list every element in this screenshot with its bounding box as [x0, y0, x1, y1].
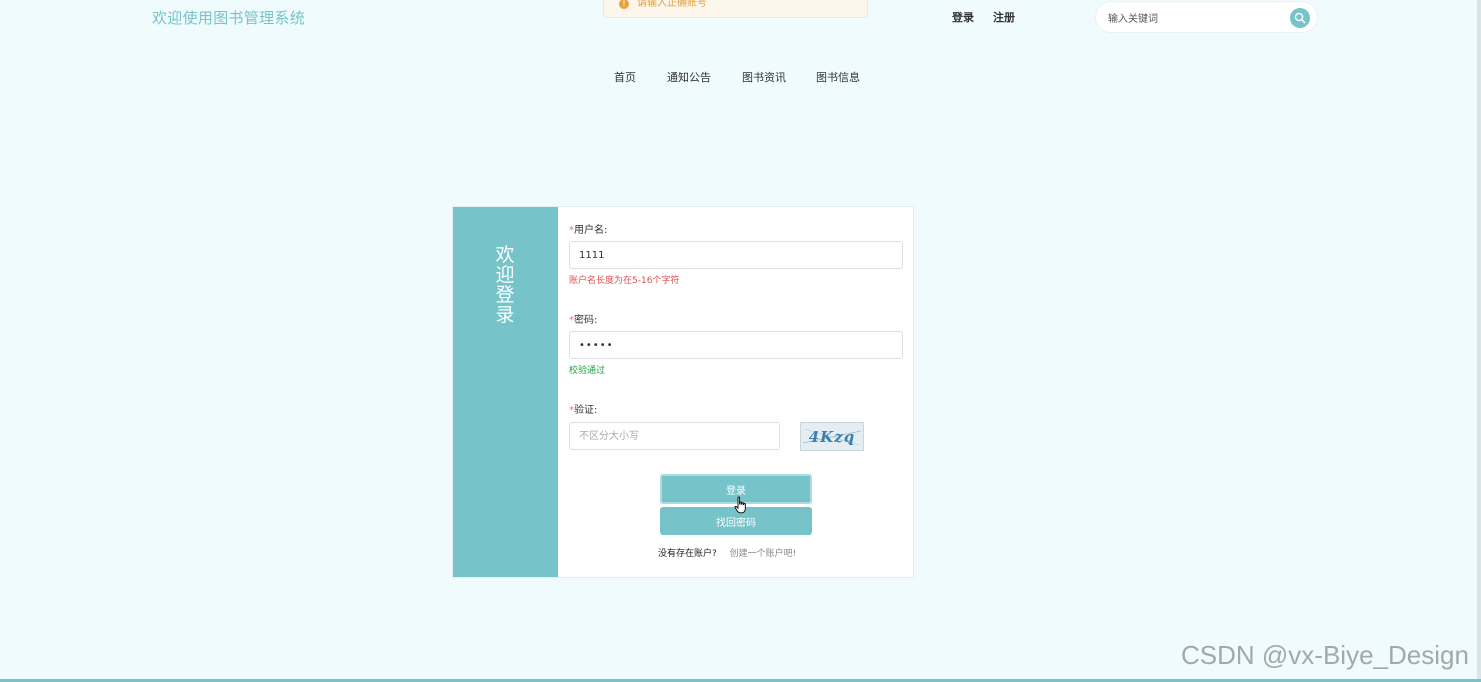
site-title: 欢迎使用图书管理系统 [152, 9, 306, 27]
nav-item-book-info[interactable]: 图书信息 [816, 69, 860, 85]
register-prompt: 没有存在账户? 创建一个账户吧! [658, 546, 796, 559]
password-valid-message: 校验通过 [569, 366, 606, 376]
warning-icon: ! [619, 0, 629, 9]
password-field[interactable] [569, 331, 903, 359]
login-panel: 欢迎登录 *用户名: 账户名长度为在5-16个字符 *密码: 校验通过 *验证:… [452, 206, 914, 578]
no-account-text: 没有存在账户? [658, 549, 717, 559]
password-label: *密码: [569, 315, 598, 326]
username-field[interactable] [569, 241, 903, 269]
scrollbar-track[interactable] [1477, 0, 1481, 682]
captcha-text: 4Kzq [809, 428, 855, 446]
login-side-bar: 欢迎登录 [453, 207, 558, 577]
hand-cursor-icon [734, 496, 746, 514]
toast-message: 请输入正确账号 [637, 0, 707, 9]
nav-item-home[interactable]: 首页 [614, 69, 636, 85]
captcha-image[interactable]: 4Kzq [800, 422, 864, 451]
login-link[interactable]: 登录 [952, 9, 974, 25]
captcha-input[interactable] [569, 422, 780, 450]
captcha-label: *验证: [569, 405, 598, 416]
login-side-title: 欢迎登录 [495, 244, 515, 326]
top-links: 登录 注册 [952, 9, 1015, 25]
search-input[interactable] [1106, 9, 1290, 29]
warning-toast: ! 请输入正确账号 [603, 0, 868, 18]
search-button[interactable] [1290, 8, 1310, 28]
username-error: 账户名长度为在5-16个字符 [569, 276, 680, 286]
nav-item-book-news[interactable]: 图书资讯 [742, 69, 786, 85]
username-label: *用户名: [569, 225, 608, 236]
search-box [1095, 1, 1318, 33]
watermark: CSDN @vx-Biye_Design [1181, 640, 1469, 670]
create-account-link[interactable]: 创建一个账户吧! [730, 549, 797, 559]
nav-item-notices[interactable]: 通知公告 [667, 69, 711, 85]
register-link[interactable]: 注册 [993, 9, 1015, 25]
search-icon [1294, 12, 1306, 24]
